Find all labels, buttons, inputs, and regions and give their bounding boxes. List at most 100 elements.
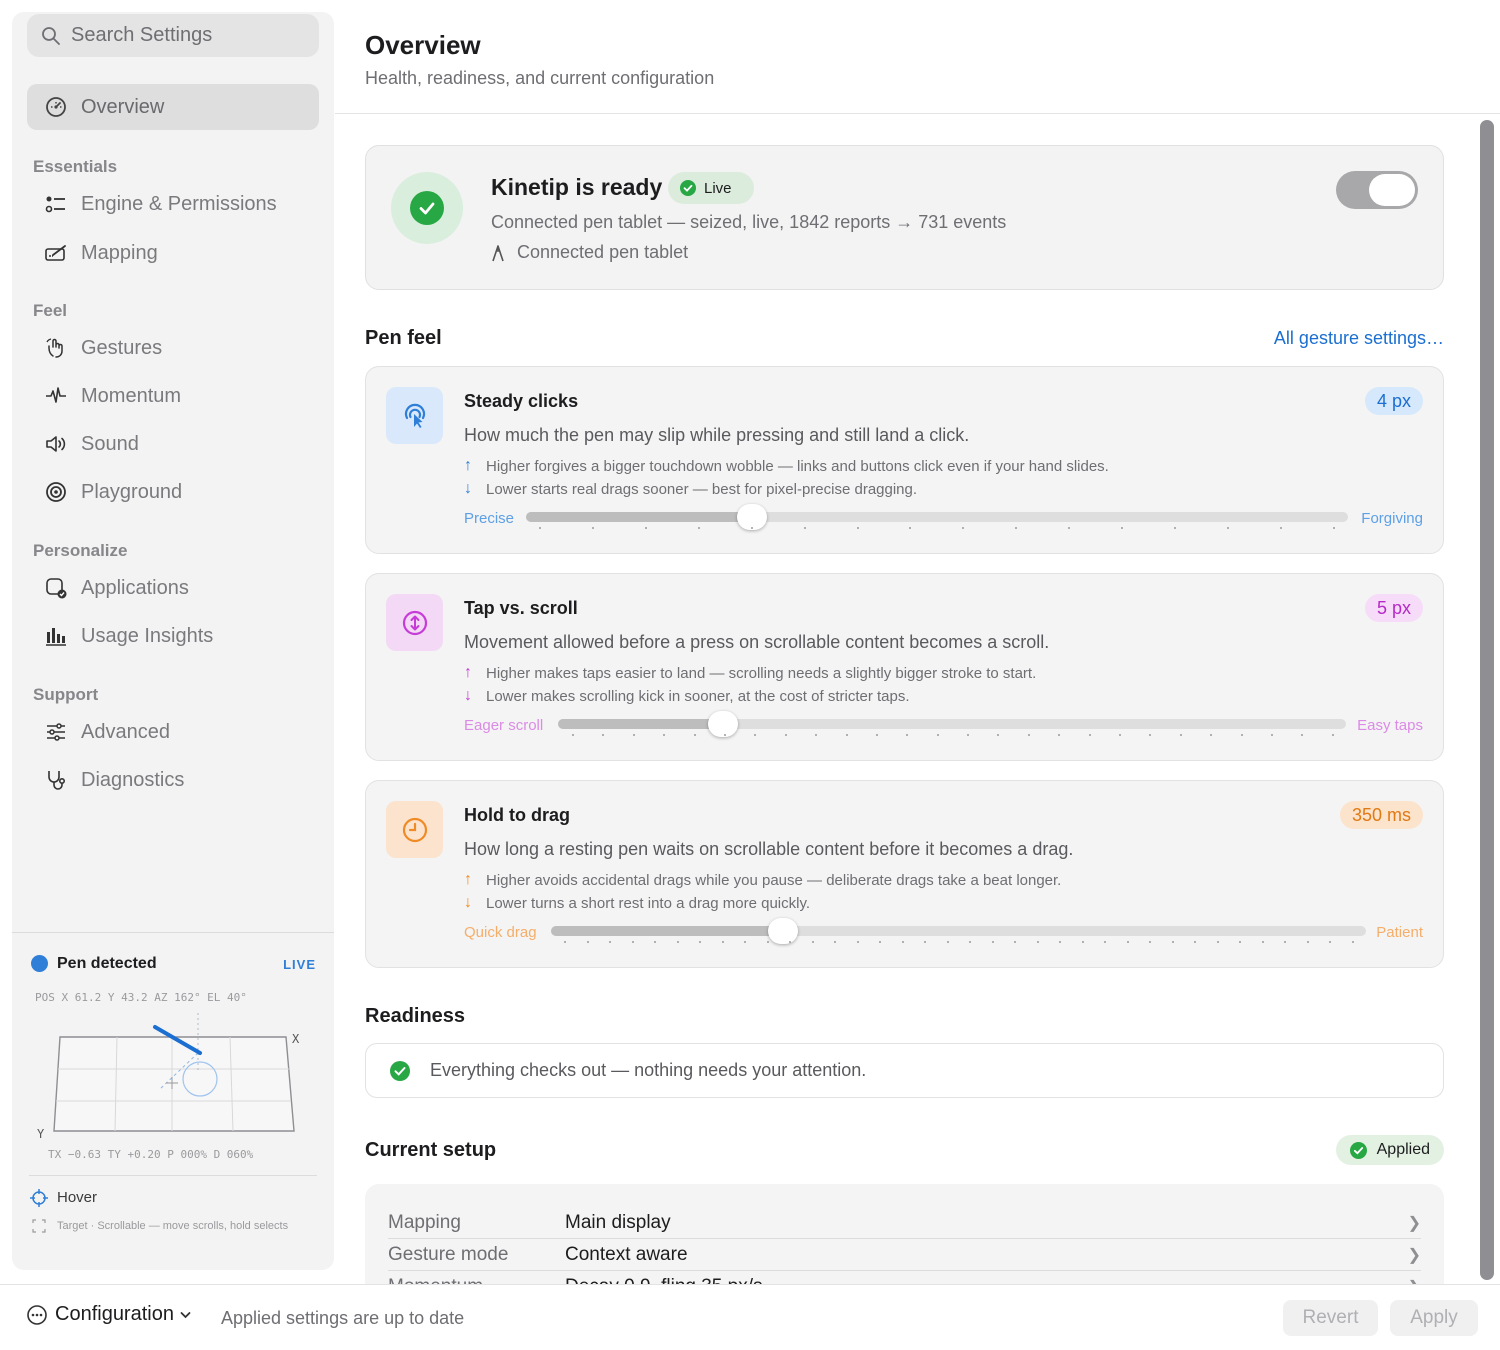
configuration-label: Configuration xyxy=(55,1303,174,1325)
live-badge: Live xyxy=(668,172,754,204)
slider-tick xyxy=(815,734,818,736)
crosshair-icon xyxy=(30,1189,48,1212)
setup-key: Mapping xyxy=(388,1212,461,1233)
stethoscope-icon xyxy=(43,767,69,793)
slider-tick xyxy=(1174,527,1177,529)
configuration-menu-button[interactable]: Configuration xyxy=(27,1303,191,1326)
slider-tick xyxy=(924,941,926,943)
applied-badge-label: Applied xyxy=(1376,1141,1430,1158)
clock-icon xyxy=(386,801,443,858)
slider-tap-vs-scroll[interactable] xyxy=(558,711,1346,737)
slider-tick xyxy=(564,941,566,943)
sliders-icon xyxy=(43,719,69,745)
divider xyxy=(29,1175,317,1176)
sidebar-item-applications[interactable]: Applications xyxy=(27,565,319,611)
all-gesture-settings-link[interactable]: All gesture settings… xyxy=(1274,328,1444,349)
slider-tick xyxy=(1270,734,1273,736)
target-description: Target · Scrollable — move scrolls, hold… xyxy=(57,1220,289,1232)
slider-tick xyxy=(1194,941,1196,943)
slider-max-label: Forgiving xyxy=(1361,510,1423,527)
speaker-icon xyxy=(43,431,69,457)
section-essentials: Essentials xyxy=(33,157,118,176)
check-circle-icon xyxy=(680,180,696,196)
value-badge: 350 ms xyxy=(1339,801,1423,829)
slider-tick xyxy=(1261,941,1264,943)
slider-max-label: Easy taps xyxy=(1357,717,1423,734)
sidebar-item-advanced[interactable]: Advanced xyxy=(27,709,319,755)
hint-higher: ↑ Higher avoids accidental drags while yo… xyxy=(464,871,1061,889)
sidebar-item-label: Mapping xyxy=(81,241,158,264)
slider-tick xyxy=(631,941,634,943)
slider-steady-clicks[interactable] xyxy=(526,504,1348,530)
slider-tick xyxy=(1058,734,1061,736)
sidebar-item-mapping[interactable]: Mapping xyxy=(27,230,319,276)
selection-frame-icon xyxy=(32,1219,46,1238)
slider-tick xyxy=(909,527,912,529)
slider-tick xyxy=(962,527,965,529)
setup-key: Momentum xyxy=(388,1276,565,1284)
hint-lower: ↓ Lower starts real drags sooner — best f… xyxy=(464,480,917,498)
slider-tick xyxy=(644,527,647,529)
slider-tick xyxy=(1171,941,1174,943)
slider-tick xyxy=(803,527,806,529)
sidebar-item-label: Sound xyxy=(81,432,139,455)
slider-hold-to-drag[interactable] xyxy=(551,918,1366,944)
setup-value: Context aware xyxy=(565,1244,688,1265)
hint-lower: ↓ Lower turns a short rest into a drag mo… xyxy=(464,894,810,912)
sidebar-item-label: Momentum xyxy=(81,384,182,407)
setup-row-gesture-mode[interactable]: Gesture mode Context aware ❯ xyxy=(388,1240,1421,1271)
tablet-visualization xyxy=(53,1013,295,1132)
scrollbar[interactable] xyxy=(1480,120,1494,1280)
slider-tick xyxy=(784,734,787,736)
sidebar-item-label: Playground xyxy=(81,480,183,503)
sidebar-item-label: Usage Insights xyxy=(81,624,214,647)
setup-key: Gesture mode xyxy=(388,1244,509,1265)
sidebar-item-label: Engine & Permissions xyxy=(81,192,277,215)
revert-button[interactable]: Revert xyxy=(1283,1300,1378,1336)
hint-text: Lower makes scrolling kick in sooner, at… xyxy=(486,687,910,705)
slider-tick xyxy=(856,941,859,943)
section-title-readiness: Readiness xyxy=(365,1005,466,1027)
card-description: How much the pen may slip while pressing… xyxy=(464,425,970,445)
hint-text: Higher makes taps easier to land — scrol… xyxy=(486,664,1037,682)
sidebar-item-diagnostics[interactable]: Diagnostics xyxy=(27,757,319,803)
search-field[interactable]: Search Settings xyxy=(27,14,319,57)
slider-tick xyxy=(750,527,753,529)
sidebar-item-playground[interactable]: Playground xyxy=(27,469,319,515)
enable-toggle[interactable] xyxy=(1336,171,1418,209)
slider-tick xyxy=(967,734,970,736)
slider-ticks xyxy=(539,527,1335,531)
pen-icon xyxy=(31,955,48,972)
device-name: Connected pen tablet xyxy=(517,242,689,262)
apply-button[interactable]: Apply xyxy=(1390,1300,1478,1336)
search-input[interactable]: Search Settings xyxy=(71,24,212,47)
setup-row-momentum[interactable]: Momentum Decay 0.9, fling 35 px/s ❯ xyxy=(388,1272,1421,1284)
sidebar-item-gestures[interactable]: Gestures xyxy=(27,325,319,371)
slider-tick xyxy=(1027,734,1030,736)
sidebar-item-engine[interactable]: Engine & Permissions xyxy=(27,181,319,227)
axis-y-label: Y xyxy=(37,1127,45,1141)
slider-tick xyxy=(699,941,701,943)
slider-tick xyxy=(754,734,757,736)
arrow-down-icon: ↓ xyxy=(464,687,472,704)
sidebar-item-momentum[interactable]: Momentum xyxy=(27,373,319,419)
section-personalize: Personalize xyxy=(33,541,128,560)
sidebar-item-usage[interactable]: Usage Insights xyxy=(27,613,319,659)
hint-text: Higher forgives a bigger touchdown wobbl… xyxy=(486,457,1109,475)
arrow-up-icon: ↑ xyxy=(464,664,472,681)
sidebar-item-sound[interactable]: Sound xyxy=(27,421,319,467)
tablet-pen-icon xyxy=(43,240,69,266)
slider-min-label: Quick drag xyxy=(464,924,537,941)
slider-fill xyxy=(558,719,723,729)
setup-row-mapping[interactable]: Mapping Main display ❯ xyxy=(388,1208,1421,1239)
slider-fill xyxy=(551,926,783,936)
slider-tick xyxy=(1331,734,1334,736)
slider-tick xyxy=(997,734,1000,736)
slider-tick xyxy=(1216,941,1219,943)
sidebar-item-overview[interactable]: Overview xyxy=(27,84,319,130)
slider-tick xyxy=(946,941,949,943)
slider-tick xyxy=(1014,941,1016,943)
section-title-pen-feel: Pen feel xyxy=(365,327,442,349)
sidebar-item-label: Overview xyxy=(81,95,165,118)
section-title-current-setup: Current setup xyxy=(365,1139,497,1161)
